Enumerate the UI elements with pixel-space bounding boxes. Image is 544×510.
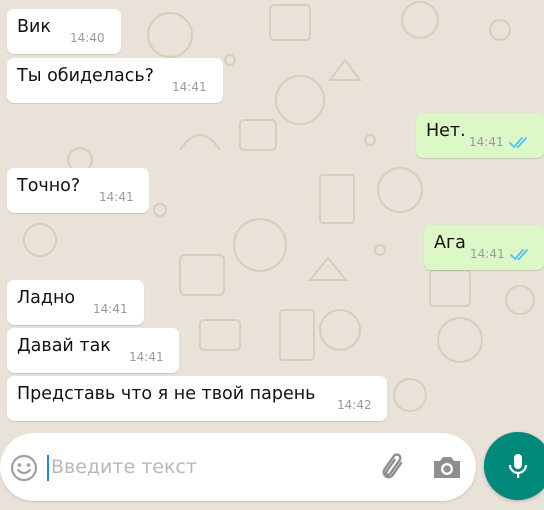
text-cursor xyxy=(47,455,49,481)
message-text: Ага xyxy=(434,233,466,253)
incoming-message[interactable]: Точно? 14:41 xyxy=(7,168,149,213)
microphone-button[interactable] xyxy=(484,432,544,500)
message-time: 14:42 xyxy=(337,398,372,412)
message-text: Вик xyxy=(17,17,51,37)
paperclip-icon[interactable] xyxy=(378,451,412,485)
message-time: 14:41 xyxy=(469,135,504,149)
incoming-message[interactable]: Ладно 14:41 xyxy=(7,280,144,325)
incoming-message[interactable]: Представь что я не твой парень 14:42 xyxy=(7,376,387,421)
message-text: Точно? xyxy=(17,176,81,196)
message-text: Ты обиделась? xyxy=(17,66,154,86)
outgoing-message[interactable]: Нет. 14:41 xyxy=(416,113,544,158)
incoming-message[interactable]: Ты обиделась? 14:41 xyxy=(7,58,223,103)
read-ticks-icon xyxy=(509,137,527,149)
camera-icon[interactable] xyxy=(431,453,463,481)
message-text: Представь что я не твой парень xyxy=(17,384,316,404)
message-time: 14:40 xyxy=(70,31,105,45)
message-time: 14:41 xyxy=(470,247,505,261)
message-time: 14:41 xyxy=(93,302,128,316)
message-time: 14:41 xyxy=(99,190,134,204)
incoming-message[interactable]: Давай так 14:41 xyxy=(7,328,179,373)
message-text: Нет. xyxy=(426,121,466,141)
incoming-message[interactable]: Вик 14:40 xyxy=(7,9,121,54)
message-text: Давай так xyxy=(17,336,111,356)
message-text: Ладно xyxy=(17,288,76,308)
message-input[interactable]: Введите текст xyxy=(51,456,197,478)
message-time: 14:41 xyxy=(172,80,207,94)
smiley-icon[interactable] xyxy=(9,453,39,483)
outgoing-message[interactable]: Ага 14:41 xyxy=(424,225,544,270)
microphone-icon xyxy=(508,454,528,478)
message-composer: Введите текст xyxy=(0,433,476,501)
read-ticks-icon xyxy=(510,249,528,261)
message-time: 14:41 xyxy=(129,350,164,364)
